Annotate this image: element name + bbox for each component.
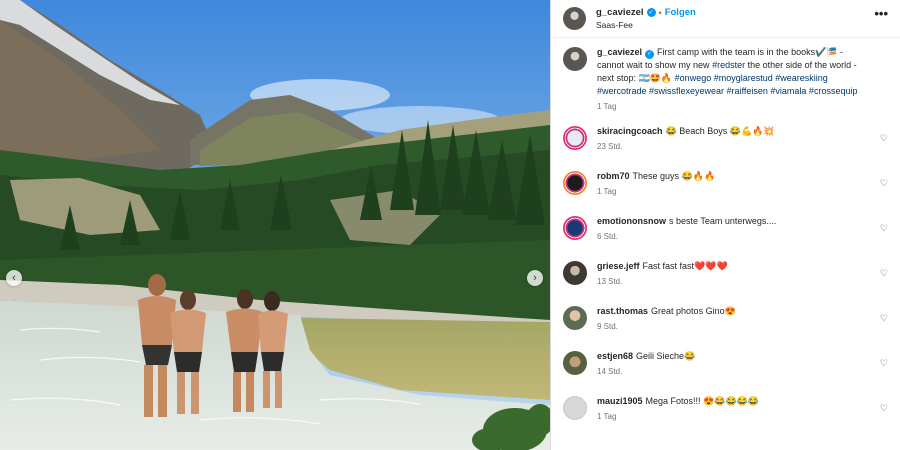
comment-item: griese.jeff Fast fast fast❤️❤️❤️ 13 Std. … xyxy=(563,260,888,305)
follow-button[interactable]: Folgen xyxy=(665,7,696,18)
post-view: ‹ › g_caviezel ✓ • Folgen Saas-Fee ••• g… xyxy=(0,0,900,450)
comment-item: mauzi1905 Mega Fotos!!! 😍😂😂😂😂 1 Tag ♡ xyxy=(563,395,888,440)
caption-text: g_caviezel ✓ First camp with the team is i… xyxy=(597,47,858,96)
like-heart-icon[interactable]: ♡ xyxy=(880,313,888,324)
post-side-panel: g_caviezel ✓ • Folgen Saas-Fee ••• g_cav… xyxy=(550,0,900,450)
like-heart-icon[interactable]: ♡ xyxy=(880,358,888,369)
post-location[interactable]: Saas-Fee xyxy=(596,20,696,30)
comment-avatar[interactable] xyxy=(563,216,587,240)
comment-item: rast.thomas Great photos Gino😍 9 Std. ♡ xyxy=(563,305,888,350)
comment-username[interactable]: robm70 xyxy=(597,171,630,181)
comment-avatar[interactable] xyxy=(563,261,587,285)
hashtag-link[interactable]: #redster xyxy=(712,60,745,70)
like-heart-icon[interactable]: ♡ xyxy=(880,223,888,234)
next-photo-button[interactable]: › xyxy=(527,270,543,286)
comment-time[interactable]: 9 Std. xyxy=(597,322,868,331)
comment-username[interactable]: emotiononsnow xyxy=(597,216,666,226)
comments-list: g_caviezel ✓ First camp with the team is i… xyxy=(551,38,900,450)
comment-username[interactable]: rast.thomas xyxy=(597,306,648,316)
comment-time[interactable]: 1 Tag xyxy=(597,187,868,196)
caption-time[interactable]: 1 Tag xyxy=(597,102,868,111)
mountain-lake-photo xyxy=(0,0,550,450)
comment-text: Geili Sieche😂 xyxy=(636,351,696,361)
comment-avatar[interactable] xyxy=(563,171,587,195)
comment-text: Great photos Gino😍 xyxy=(651,306,736,316)
comment-time[interactable]: 23 Std. xyxy=(597,142,868,151)
comment-avatar[interactable] xyxy=(563,306,587,330)
comment-time[interactable]: 13 Std. xyxy=(597,277,868,286)
comment-time[interactable]: 14 Std. xyxy=(597,367,868,376)
owner-username[interactable]: g_caviezel xyxy=(596,7,644,18)
post-photo[interactable]: ‹ › xyxy=(0,0,550,450)
comment-time[interactable]: 6 Std. xyxy=(597,232,868,241)
comment-text: Fast fast fast❤️❤️❤️ xyxy=(642,261,728,271)
like-heart-icon[interactable]: ♡ xyxy=(880,133,888,144)
caption-avatar[interactable] xyxy=(563,47,587,71)
owner-avatar[interactable] xyxy=(563,7,586,30)
comment-text: 😂 Beach Boys 😂💪🔥💥 xyxy=(665,126,775,136)
comment-username[interactable]: mauzi1905 xyxy=(597,396,643,406)
comment-item: estjen68 Geili Sieche😂 14 Std. ♡ xyxy=(563,350,888,395)
owner-info: g_caviezel ✓ • Folgen Saas-Fee xyxy=(596,7,696,30)
post-caption: g_caviezel ✓ First camp with the team is i… xyxy=(563,46,888,111)
comment-username[interactable]: griese.jeff xyxy=(597,261,640,271)
verified-badge-icon: ✓ xyxy=(645,50,655,59)
comment-text: These guys 😂🔥🔥 xyxy=(632,171,716,181)
verified-badge-icon: ✓ xyxy=(646,8,656,17)
more-options-icon[interactable]: ••• xyxy=(874,6,888,21)
like-heart-icon[interactable]: ♡ xyxy=(880,403,888,414)
post-header: g_caviezel ✓ • Folgen Saas-Fee ••• xyxy=(551,0,900,38)
like-heart-icon[interactable]: ♡ xyxy=(880,268,888,279)
comment-text: s beste Team unterwegs.... xyxy=(669,216,777,226)
comment-avatar[interactable] xyxy=(563,351,587,375)
comment-username[interactable]: skiracingcoach xyxy=(597,126,663,136)
separator-dot: • xyxy=(658,7,662,18)
comment-text: Mega Fotos!!! 😍😂😂😂😂 xyxy=(645,396,760,406)
comment-avatar[interactable] xyxy=(563,126,587,150)
like-heart-icon[interactable]: ♡ xyxy=(880,178,888,189)
comment-item: skiracingcoach 😂 Beach Boys 😂💪🔥💥 23 Std. … xyxy=(563,125,888,170)
previous-photo-button[interactable]: ‹ xyxy=(6,270,22,286)
comment-username[interactable]: estjen68 xyxy=(597,351,633,361)
comment-avatar[interactable] xyxy=(563,396,587,420)
comment-item: emotiononsnow s beste Team unterwegs.... … xyxy=(563,215,888,260)
comment-item: robm70 These guys 😂🔥🔥 1 Tag ♡ xyxy=(563,170,888,215)
caption-username[interactable]: g_caviezel xyxy=(597,47,642,57)
comment-time[interactable]: 1 Tag xyxy=(597,412,868,421)
